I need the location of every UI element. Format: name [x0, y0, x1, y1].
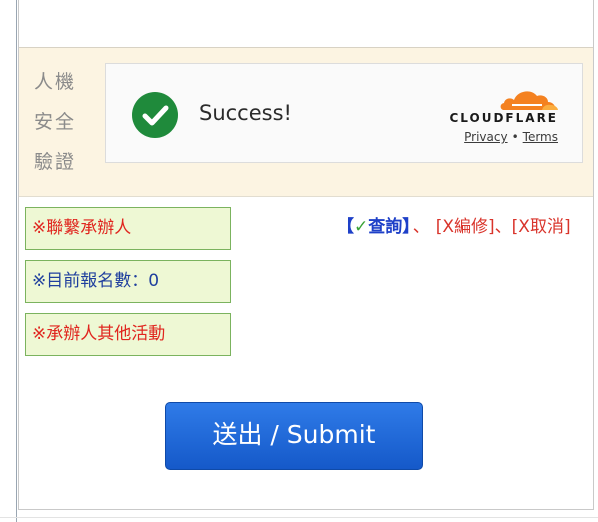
verification-label-line-1: 人機	[34, 71, 77, 93]
edit-link[interactable]: [X編修]	[436, 217, 495, 237]
section-divider	[19, 196, 593, 197]
form-container: 人機 安全 驗證 Success! CLOUDFLARE Privacy • Ter…	[18, 0, 594, 510]
top-cell	[19, 0, 593, 48]
success-status-text: Success!	[199, 101, 292, 125]
bottom-divider	[0, 517, 598, 518]
registration-count-field: ※目前報名數：0	[25, 260, 231, 303]
link-separator: •	[511, 130, 519, 144]
privacy-link[interactable]: Privacy	[464, 130, 507, 144]
verification-label-line-3: 驗證	[34, 151, 77, 173]
action-links: 【✓查詢】、 [X編修]、[X取消]	[337, 212, 571, 237]
verification-label: 人機 安全 驗證	[34, 62, 82, 182]
query-check-icon: ✓	[354, 217, 369, 237]
left-rule	[16, 0, 17, 522]
submit-button[interactable]: 送出 / Submit	[165, 402, 423, 470]
action-separator: 、	[412, 217, 430, 237]
verification-label-line-2: 安全	[34, 111, 77, 133]
action-separator-2: 、	[494, 217, 512, 237]
close-bracket: 】	[402, 217, 411, 237]
contact-organizer-field[interactable]: ※聯繫承辦人	[25, 207, 231, 250]
open-bracket: 【	[337, 217, 354, 237]
terms-link[interactable]: Terms	[523, 130, 558, 144]
organizer-other-events-field[interactable]: ※承辦人其他活動	[25, 313, 231, 356]
query-link[interactable]: 查詢	[368, 217, 402, 237]
widget-links: Privacy • Terms	[464, 130, 558, 144]
cloudflare-cloud-icon	[500, 91, 558, 110]
cloudflare-logo-text: CLOUDFLARE	[449, 111, 558, 125]
check-circle-icon	[132, 92, 178, 138]
cancel-link[interactable]: [X取消]	[512, 217, 571, 237]
cloudflare-turnstile-widget[interactable]: Success! CLOUDFLARE Privacy • Terms	[105, 63, 583, 163]
